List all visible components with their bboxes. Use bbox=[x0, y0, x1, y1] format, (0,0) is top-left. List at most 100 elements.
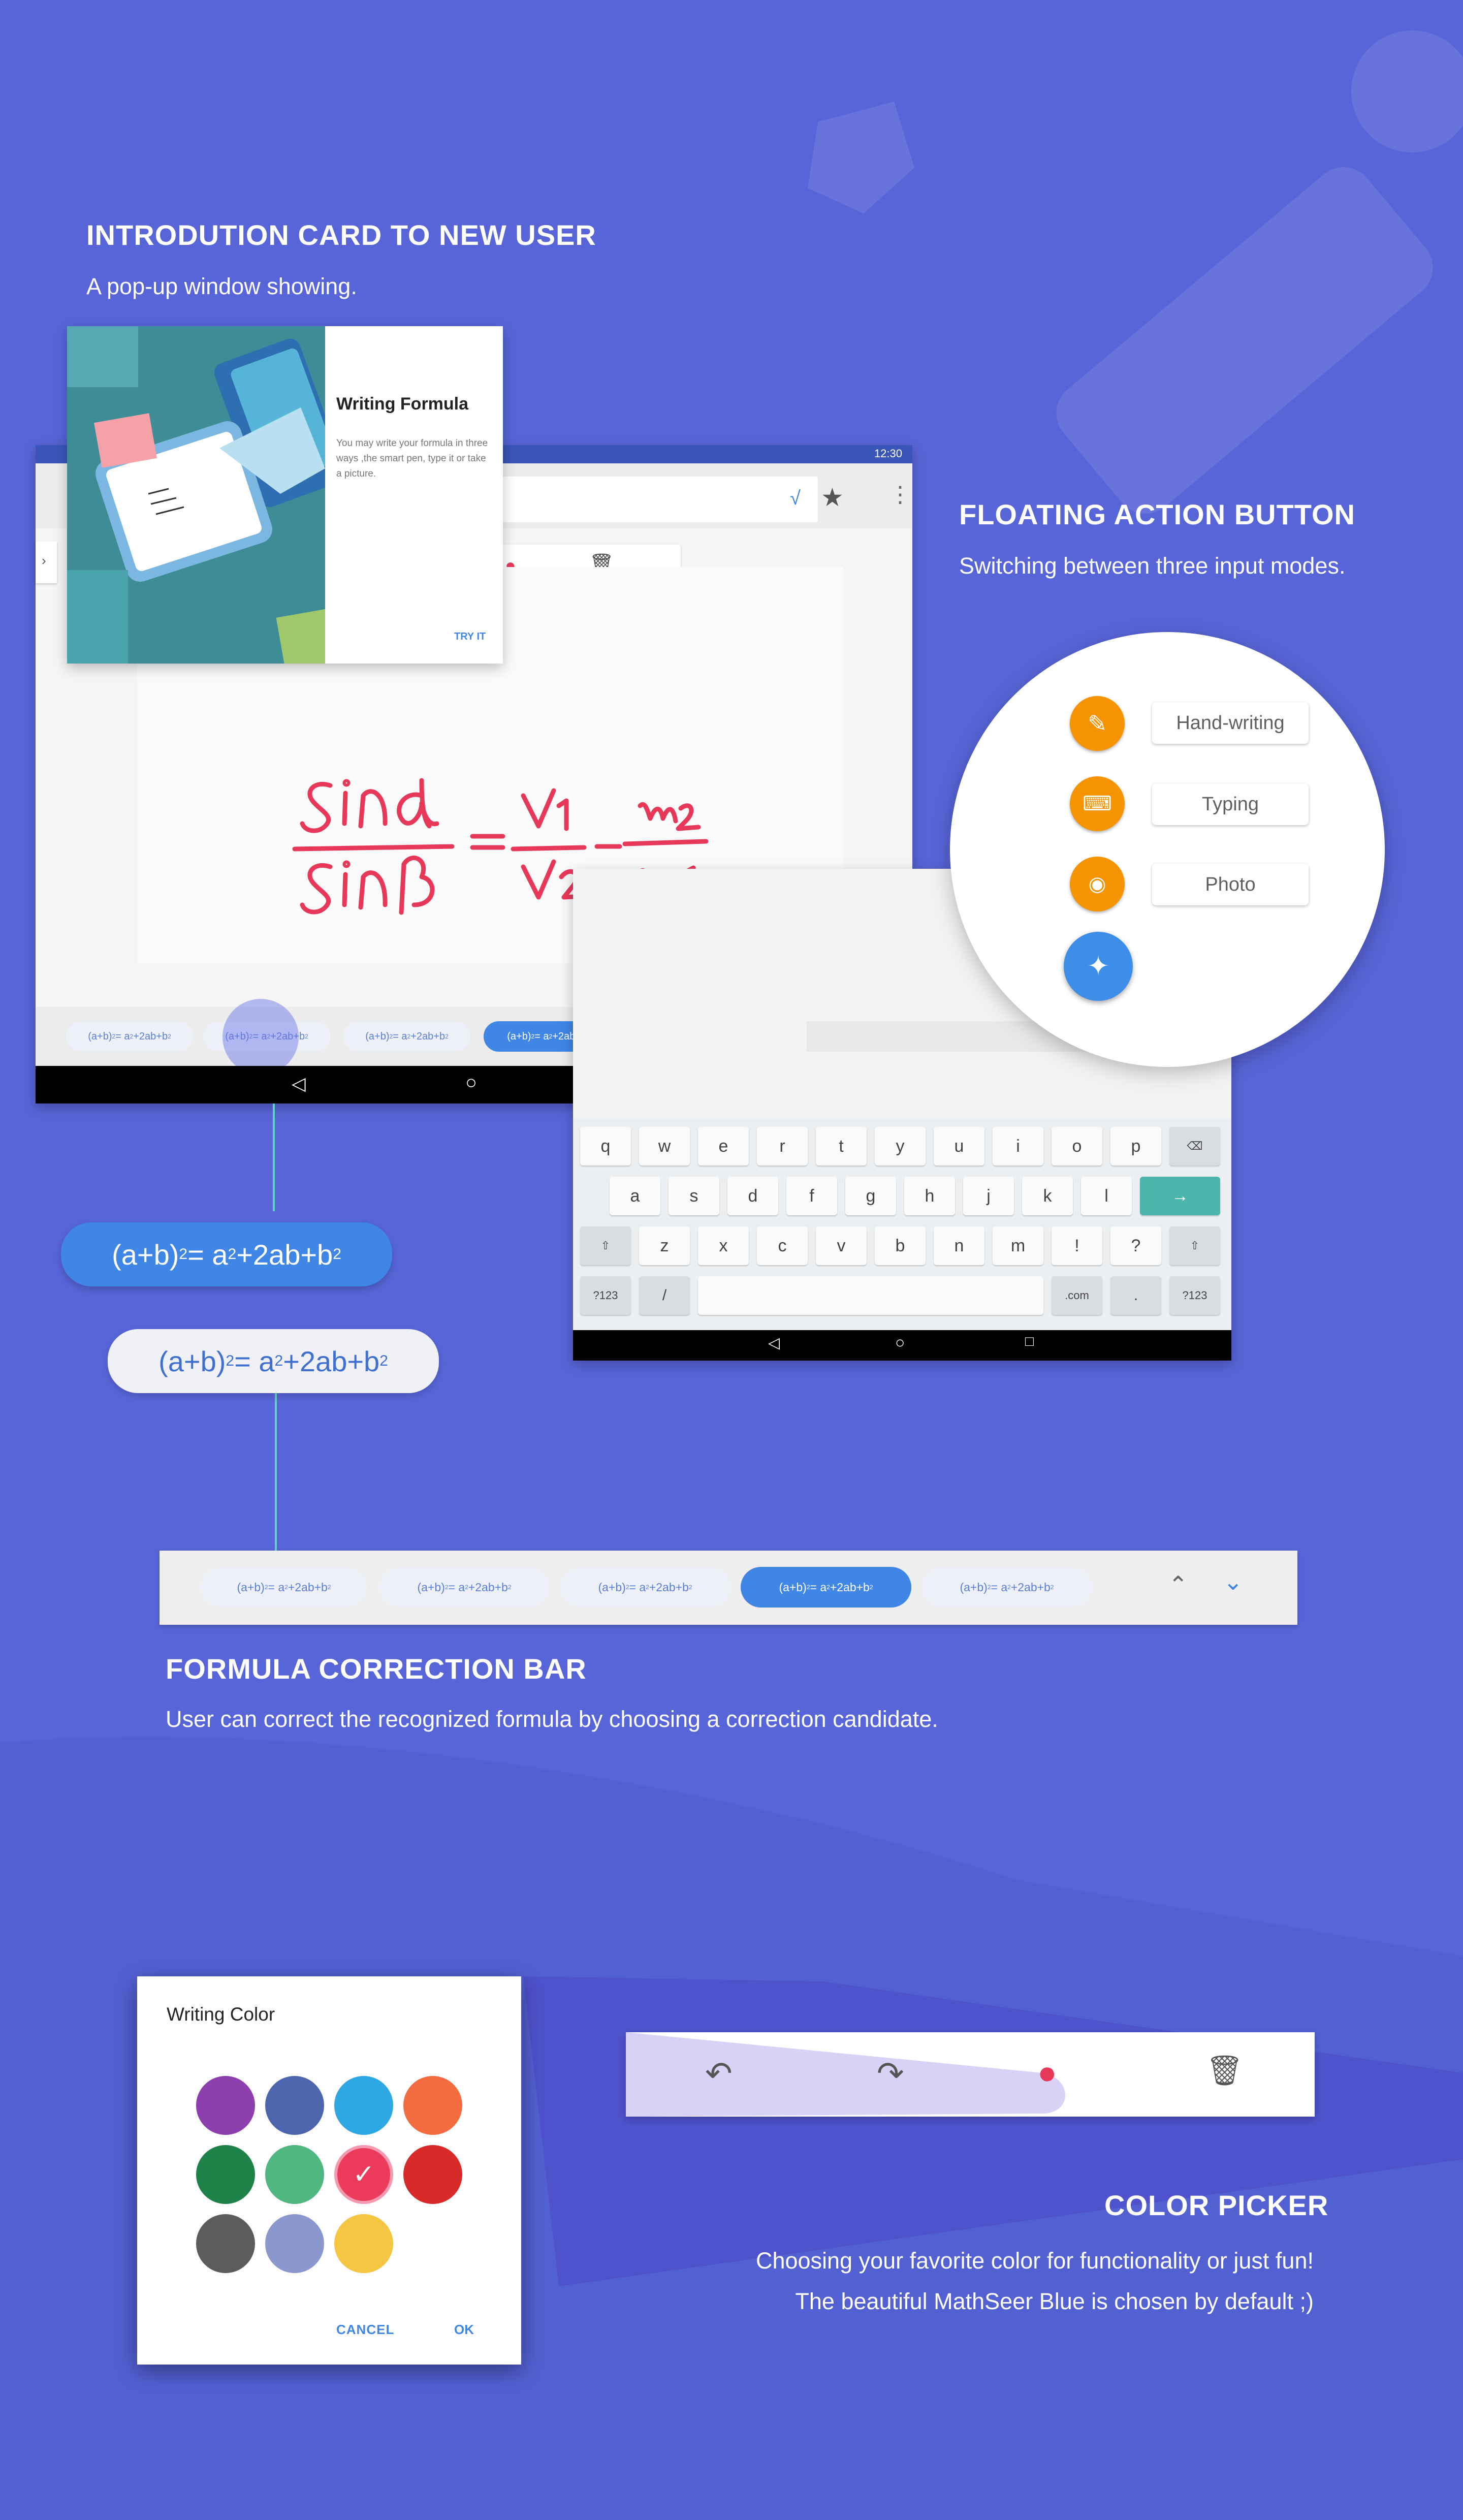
symbols-key-left[interactable]: ?123 bbox=[580, 1276, 631, 1315]
candidate-chip[interactable]: (a+b)2 = a2+2ab+b2 bbox=[379, 1567, 550, 1608]
palette-icon[interactable]: ● bbox=[1037, 2054, 1057, 2091]
star-icon[interactable]: ★ bbox=[821, 483, 844, 512]
candidate-chip[interactable]: (a+b)2 = a2+2ab+b2 bbox=[560, 1567, 730, 1608]
formula-pill-selected[interactable]: (a+b) 2 = a 2 +2ab+b 2 bbox=[61, 1222, 392, 1286]
candidate-chip[interactable]: (a+b)2 = a2+2ab+b2 bbox=[200, 1567, 368, 1608]
fab-main-button[interactable]: ✦ bbox=[1064, 932, 1133, 1001]
connector-line bbox=[275, 1392, 277, 1551]
handwriting-label[interactable]: Hand-writing bbox=[1152, 702, 1309, 744]
color-swatch-gray[interactable] bbox=[196, 2214, 255, 2273]
color-swatch-yellow[interactable] bbox=[334, 2214, 393, 2273]
key-i[interactable]: i bbox=[993, 1127, 1043, 1166]
color-swatch-green[interactable] bbox=[196, 2145, 255, 2204]
nav-recent-icon[interactable]: □ bbox=[1025, 1333, 1034, 1349]
arrow-right-icon: → bbox=[1171, 1186, 1189, 1206]
key-d[interactable]: d bbox=[727, 1177, 778, 1215]
chevron-up-icon[interactable]: ⌃ bbox=[1168, 1571, 1188, 1598]
key-g[interactable]: g bbox=[845, 1177, 896, 1215]
key-h[interactable]: h bbox=[904, 1177, 955, 1215]
key-a[interactable]: a bbox=[610, 1177, 660, 1215]
intro-section-title: INTRODUTION CARD TO NEW USER bbox=[86, 219, 596, 251]
key-question[interactable]: ? bbox=[1110, 1226, 1161, 1265]
key-k[interactable]: k bbox=[1022, 1177, 1073, 1215]
key-u[interactable]: u bbox=[934, 1127, 984, 1166]
cancel-button[interactable]: CANCEL bbox=[336, 2322, 394, 2338]
drawer-handle[interactable]: › bbox=[36, 542, 57, 583]
key-y[interactable]: y bbox=[875, 1127, 926, 1166]
chevron-down-icon[interactable]: ⌄ bbox=[1223, 1568, 1243, 1595]
key-r[interactable]: r bbox=[757, 1127, 808, 1166]
dialog-title: Writing Color bbox=[167, 2004, 275, 2025]
key-w[interactable]: w bbox=[639, 1127, 690, 1166]
candidate-chip[interactable]: (a+b)2 = a2+2ab+b2 bbox=[66, 1021, 193, 1052]
typing-label[interactable]: Typing bbox=[1152, 783, 1309, 825]
candidate-chip-selected[interactable]: (a+b)2 = a2+2ab+b2 bbox=[741, 1567, 911, 1608]
drawing-toolbar-zoom: ↶ ↷ ● 🗑 bbox=[626, 2032, 1315, 2117]
key-m[interactable]: m bbox=[993, 1226, 1043, 1265]
more-vert-icon[interactable]: ⋮ bbox=[889, 482, 911, 508]
color-swatch-orange[interactable] bbox=[403, 2076, 462, 2135]
formula-search-box[interactable]: √ bbox=[493, 477, 818, 522]
correction-section-title: FORMULA CORRECTION BAR bbox=[166, 1653, 587, 1685]
backspace-key[interactable]: ⌫ bbox=[1169, 1127, 1220, 1166]
color-swatch-purple[interactable] bbox=[196, 2076, 255, 2135]
key-j[interactable]: j bbox=[963, 1177, 1014, 1215]
candidate-chip[interactable]: (a+b)2 = a2+2ab+b2 bbox=[921, 1567, 1092, 1608]
color-swatch-indigo[interactable] bbox=[265, 2076, 324, 2135]
key-s[interactable]: s bbox=[669, 1177, 719, 1215]
intro-card: Writing Formula You may write your formu… bbox=[67, 326, 503, 664]
shift-icon: ⇧ bbox=[600, 1239, 611, 1252]
shift-icon: ⇧ bbox=[1190, 1239, 1200, 1252]
nav-home-icon[interactable]: ○ bbox=[465, 1072, 477, 1094]
color-section-line1: Choosing your favorite color for functio… bbox=[755, 2248, 1314, 2274]
key-p[interactable]: p bbox=[1110, 1127, 1161, 1166]
key-l[interactable]: l bbox=[1081, 1177, 1132, 1215]
nav-back-icon[interactable]: ◁ bbox=[292, 1073, 306, 1094]
key-t[interactable]: t bbox=[816, 1127, 867, 1166]
pencil-icon: ✎ bbox=[1087, 710, 1107, 737]
candidate-chip[interactable]: (a+b)2 = a2+2ab+b2 bbox=[343, 1021, 470, 1052]
color-swatch-lavender[interactable] bbox=[265, 2214, 324, 2273]
key-o[interactable]: o bbox=[1052, 1127, 1102, 1166]
nav-back-icon[interactable]: ◁ bbox=[768, 1334, 780, 1352]
key-n[interactable]: n bbox=[934, 1226, 984, 1265]
formula-icon: √ bbox=[790, 488, 801, 509]
space-key[interactable] bbox=[698, 1276, 1043, 1315]
photo-mode-button[interactable]: ◉ bbox=[1070, 857, 1125, 911]
fab-section-subtitle: Switching between three input modes. bbox=[959, 553, 1346, 579]
key-q[interactable]: q bbox=[580, 1127, 631, 1166]
nav-home-icon[interactable]: ○ bbox=[895, 1333, 905, 1352]
ok-button[interactable]: OK bbox=[454, 2322, 474, 2338]
photo-label[interactable]: Photo bbox=[1152, 864, 1309, 905]
connector-line bbox=[273, 1104, 275, 1211]
key-e[interactable]: e bbox=[698, 1127, 749, 1166]
key-v[interactable]: v bbox=[816, 1226, 867, 1265]
shift-key-left[interactable]: ⇧ bbox=[580, 1226, 631, 1265]
enter-key[interactable]: → bbox=[1140, 1177, 1220, 1215]
color-swatch-red[interactable] bbox=[403, 2145, 462, 2204]
color-swatch-pink-selected[interactable]: ✓ bbox=[334, 2145, 393, 2204]
keyboard-keys: q w e r t y u i o p ⌫ a s d f g h j k l … bbox=[573, 1119, 1231, 1330]
key-b[interactable]: b bbox=[875, 1226, 926, 1265]
color-swatch-mint[interactable] bbox=[265, 2145, 324, 2204]
key-f[interactable]: f bbox=[786, 1177, 837, 1215]
handwriting-mode-button[interactable]: ✎ bbox=[1070, 696, 1125, 751]
key-x[interactable]: x bbox=[698, 1226, 749, 1265]
dotcom-key[interactable]: .com bbox=[1052, 1276, 1102, 1315]
formula-pill[interactable]: (a+b) 2 = a 2 +2ab+b 2 bbox=[108, 1329, 439, 1393]
redo-icon[interactable]: ↷ bbox=[877, 2055, 904, 2093]
period-key[interactable]: . bbox=[1110, 1276, 1161, 1315]
color-swatch-sky[interactable] bbox=[334, 2076, 393, 2135]
magic-wand-icon: ✦ bbox=[1087, 952, 1109, 981]
symbols-key-right[interactable]: ?123 bbox=[1169, 1276, 1220, 1315]
key-c[interactable]: c bbox=[757, 1226, 808, 1265]
keyboard-nav-bar: ◁ ○ □ bbox=[573, 1330, 1231, 1361]
try-it-button[interactable]: TRY IT bbox=[454, 631, 486, 643]
undo-icon[interactable]: ↶ bbox=[705, 2055, 733, 2093]
typing-mode-button[interactable]: ⌨ bbox=[1070, 776, 1125, 831]
slash-key[interactable]: / bbox=[639, 1276, 690, 1315]
delete-icon[interactable]: 🗑 bbox=[1206, 2054, 1244, 2088]
key-exclamation[interactable]: ! bbox=[1052, 1226, 1102, 1265]
shift-key-right[interactable]: ⇧ bbox=[1169, 1226, 1220, 1265]
key-z[interactable]: z bbox=[639, 1226, 690, 1265]
